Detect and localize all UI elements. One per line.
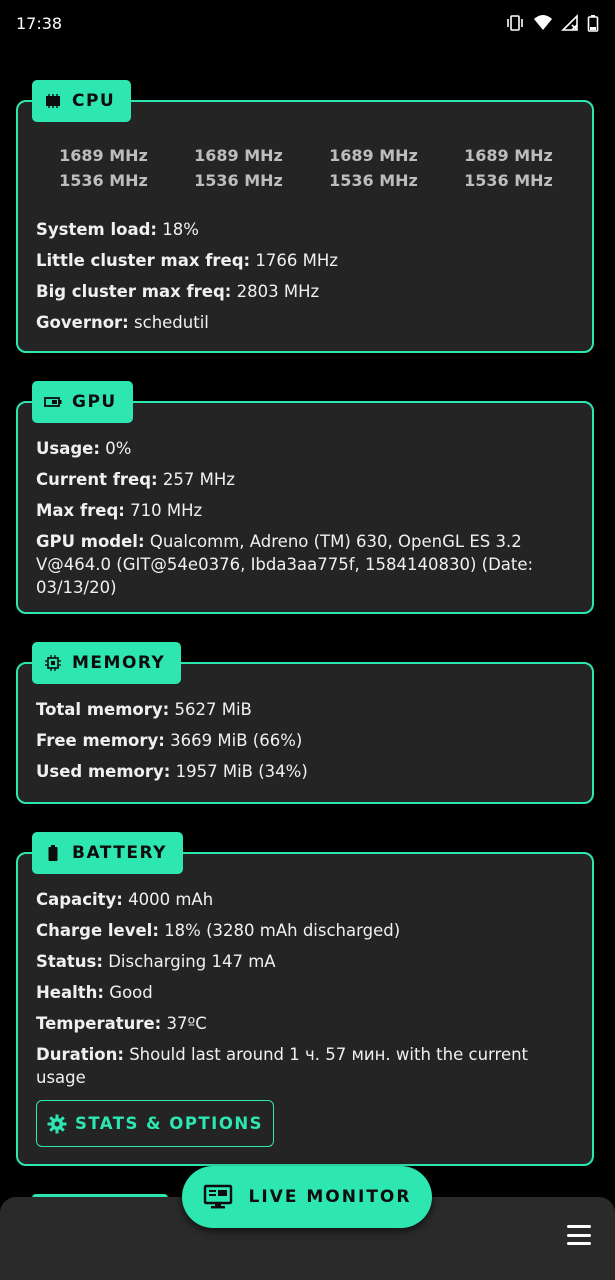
cpu-card-header: CPU [32, 80, 132, 122]
gpu-max-freq-row: Max freq: 710 MHz [36, 501, 203, 520]
stats-options-label: STATS & OPTIONS [74, 1114, 264, 1133]
battery-icon [44, 844, 62, 862]
signal-icon [561, 14, 579, 32]
gpu-current-freq-row: Current freq: 257 MHz [36, 470, 235, 489]
status-bar: 17:38 [0, 0, 615, 50]
core-freq: 1689 MHz [194, 146, 283, 165]
live-monitor-label: LIVE MONITOR [248, 1187, 412, 1207]
status-row: Status: Discharging 147 mA [36, 952, 276, 971]
status-time: 17:38 [16, 14, 63, 33]
total-memory-row: Total memory: 5627 MiB [36, 700, 252, 719]
big-cluster-row: Big cluster max freq: 2803 MHz [36, 282, 320, 301]
memory-chip-icon [44, 654, 62, 672]
duration-row: Duration: Should last around 1 ч. 57 мин… [36, 1045, 529, 1087]
battery-card-header: BATTERY [32, 832, 183, 874]
gpu-icon [44, 393, 62, 411]
memory-info-rows: Total memory: 5627 MiB Free memory: 3669… [36, 694, 576, 787]
wifi-icon [533, 14, 553, 32]
cpu-card: CPU 1689 MHz 1689 MHz 1689 MHz 1689 MHz … [16, 80, 594, 353]
free-memory-row: Free memory: 3669 MiB (66%) [36, 731, 303, 750]
live-monitor-button[interactable]: LIVE MONITOR [182, 1166, 432, 1228]
health-row: Health: Good [36, 983, 153, 1002]
gpu-card-title: GPU [72, 392, 117, 412]
system-load-row: System load: 18% [36, 220, 199, 239]
battery-card-title: BATTERY [72, 843, 167, 863]
status-icons [505, 14, 599, 32]
stats-options-button[interactable]: STATS & OPTIONS [36, 1100, 274, 1147]
core-freq: 1536 MHz [59, 171, 148, 190]
gpu-model-row: GPU model: Qualcomm, Adreno (TM) 630, Op… [36, 532, 534, 597]
hamburger-menu-icon[interactable] [567, 1225, 591, 1245]
core-freq: 1536 MHz [329, 171, 418, 190]
core-freq: 1689 MHz [464, 146, 553, 165]
cpu-info-rows: System load: 18% Little cluster max freq… [36, 214, 576, 338]
gpu-info-rows: Usage: 0% Current freq: 257 MHz Max freq… [36, 433, 576, 599]
monitor-icon [203, 1184, 233, 1210]
battery-status-icon [587, 14, 599, 32]
charge-level-row: Charge level: 18% (3280 mAh discharged) [36, 921, 401, 940]
temperature-row: Temperature: 37ºC [36, 1014, 207, 1033]
cpu-card-title: CPU [72, 91, 116, 111]
gpu-usage-row: Usage: 0% [36, 439, 132, 458]
cpu-core-frequencies: 1689 MHz 1689 MHz 1689 MHz 1689 MHz 1536… [36, 144, 576, 192]
cpu-icon [44, 92, 62, 110]
memory-card-title: MEMORY [72, 653, 166, 673]
battery-info-rows: Capacity: 4000 mAh Charge level: 18% (32… [36, 884, 576, 1089]
little-cluster-row: Little cluster max freq: 1766 MHz [36, 251, 338, 270]
core-freq: 1536 MHz [194, 171, 283, 190]
capacity-row: Capacity: 4000 mAh [36, 890, 214, 909]
core-freq: 1689 MHz [329, 146, 418, 165]
core-freq: 1689 MHz [59, 146, 148, 165]
memory-card: MEMORY Total memory: 5627 MiB Free memor… [16, 642, 594, 804]
gpu-card-header: GPU [32, 381, 133, 423]
vibrate-icon [505, 14, 525, 32]
governor-row: Governor: schedutil [36, 313, 209, 332]
memory-card-header: MEMORY [32, 642, 182, 684]
core-freq: 1536 MHz [464, 171, 553, 190]
used-memory-row: Used memory: 1957 MiB (34%) [36, 762, 308, 781]
gear-icon [47, 1114, 67, 1134]
gpu-card: GPU Usage: 0% Current freq: 257 MHz Max … [16, 381, 594, 614]
